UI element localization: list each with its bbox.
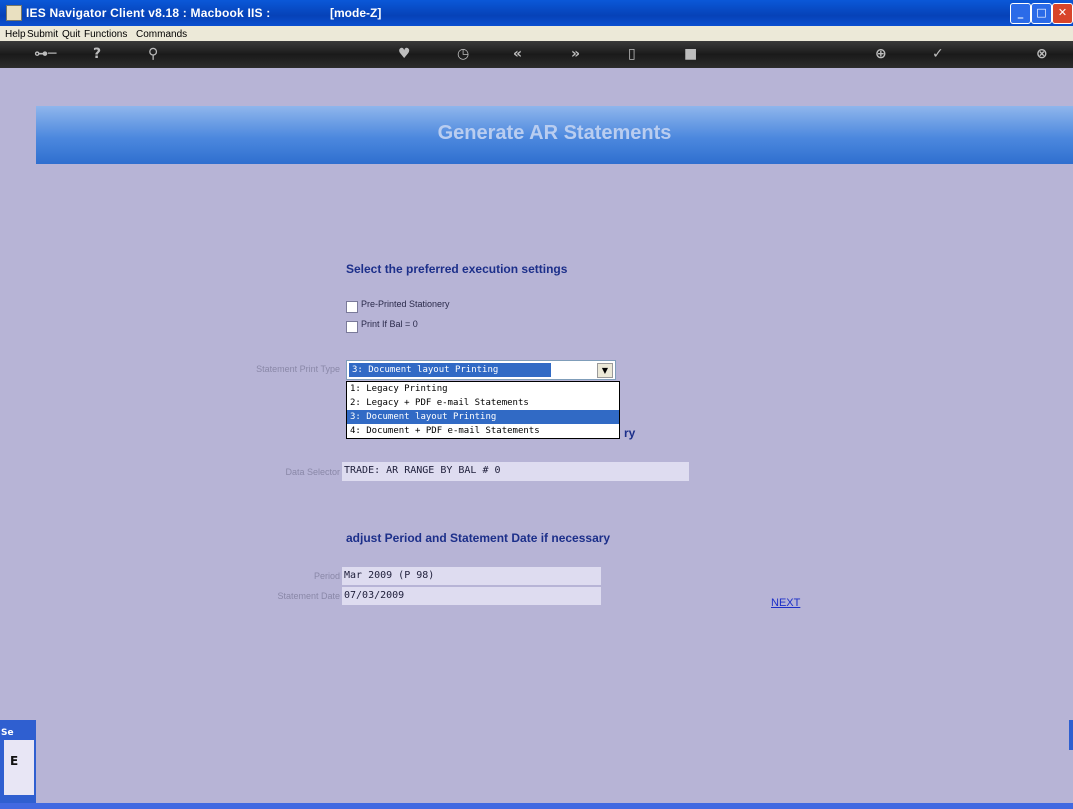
- window-bottom-border: [0, 803, 1073, 809]
- minimize-icon: _: [1017, 6, 1024, 19]
- key-icon[interactable]: ⊶─: [34, 47, 56, 61]
- left-side-panel: Se E: [0, 720, 36, 805]
- print-type-label: Statement Print Type: [256, 364, 340, 374]
- toolbar: ⊶─ ? ⚲ ♥ ◷ « » ▯ ■ ⊕ ✓ ⊗: [0, 41, 1073, 68]
- help-icon[interactable]: ?: [93, 47, 101, 61]
- app-window: IES Navigator Client v8.18 : Macbook IIS…: [0, 0, 1073, 809]
- title-bar: IES Navigator Client v8.18 : Macbook IIS…: [0, 0, 1073, 26]
- dropdown-option[interactable]: 4: Document + PDF e-mail Statements: [347, 424, 619, 438]
- dropdown-option[interactable]: 2: Legacy + PDF e-mail Statements: [347, 396, 619, 410]
- close-icon: ✕: [1057, 6, 1068, 19]
- print-if-zero-checkbox[interactable]: [346, 321, 358, 333]
- pre-printed-checkbox[interactable]: [346, 301, 358, 313]
- page-banner: Generate AR Statements: [36, 106, 1073, 164]
- side-panel-body[interactable]: [4, 740, 34, 795]
- dropdown-option-selected[interactable]: 3: Document layout Printing: [347, 410, 619, 424]
- print-type-dropdown: 1: Legacy Printing 2: Legacy + PDF e-mai…: [346, 381, 620, 439]
- maximize-icon: □: [1036, 6, 1047, 19]
- data-selector-field[interactable]: TRADE: AR RANGE BY BAL # 0: [342, 462, 689, 481]
- print-type-selected: 3: Document layout Printing: [349, 363, 551, 377]
- close-button[interactable]: ✕: [1052, 3, 1073, 24]
- forward-icon[interactable]: »: [571, 47, 580, 61]
- period-label: Period: [313, 571, 340, 581]
- add-icon[interactable]: ⊕: [875, 47, 887, 61]
- statement-date-field[interactable]: 07/03/2009: [342, 587, 601, 605]
- obscured-heading-tail: ry: [624, 426, 636, 440]
- right-side-edge: [1069, 720, 1073, 750]
- heart-icon[interactable]: ♥: [398, 47, 411, 61]
- next-link[interactable]: NEXT: [771, 597, 800, 609]
- period-heading: adjust Period and Statement Date if nece…: [346, 531, 611, 545]
- settings-heading: Select the preferred execution settings: [346, 262, 568, 276]
- side-panel-label: Se: [1, 728, 14, 738]
- print-type-select[interactable]: 3: Document layout Printing ▼: [346, 360, 616, 380]
- check-icon[interactable]: ✓: [932, 47, 944, 61]
- page-title: Generate AR Statements: [437, 122, 672, 144]
- maximize-button[interactable]: □: [1031, 3, 1052, 24]
- pre-printed-label: Pre-Printed Stationery: [361, 299, 450, 309]
- stop-icon[interactable]: ■: [684, 47, 697, 61]
- close-icon[interactable]: ⊗: [1036, 47, 1048, 61]
- window-title: IES Navigator Client v8.18 : Macbook IIS…: [26, 6, 271, 20]
- menu-commands[interactable]: Commands: [136, 29, 187, 40]
- minimize-button[interactable]: _: [1010, 3, 1031, 24]
- trash-icon[interactable]: ▯: [628, 47, 636, 61]
- dropdown-option[interactable]: 1: Legacy Printing: [347, 382, 619, 396]
- side-panel-glyph: E: [10, 754, 19, 768]
- menu-help[interactable]: Help: [5, 29, 26, 40]
- statement-date-label: Statement Date: [277, 591, 340, 601]
- menu-submit[interactable]: Submit: [27, 29, 58, 40]
- data-selector-label: Data Selector: [285, 467, 340, 477]
- app-icon: [6, 5, 22, 21]
- window-mode: [mode-Z]: [330, 6, 382, 20]
- menu-quit[interactable]: Quit: [62, 29, 80, 40]
- back-icon[interactable]: «: [513, 47, 522, 61]
- chevron-down-icon[interactable]: ▼: [597, 363, 613, 378]
- menu-functions[interactable]: Functions: [84, 29, 127, 40]
- print-if-zero-label: Print If Bal = 0: [361, 319, 418, 329]
- period-field[interactable]: Mar 2009 (P 98): [342, 567, 601, 585]
- search-icon[interactable]: ⚲: [148, 47, 158, 61]
- clock-icon[interactable]: ◷: [457, 47, 469, 61]
